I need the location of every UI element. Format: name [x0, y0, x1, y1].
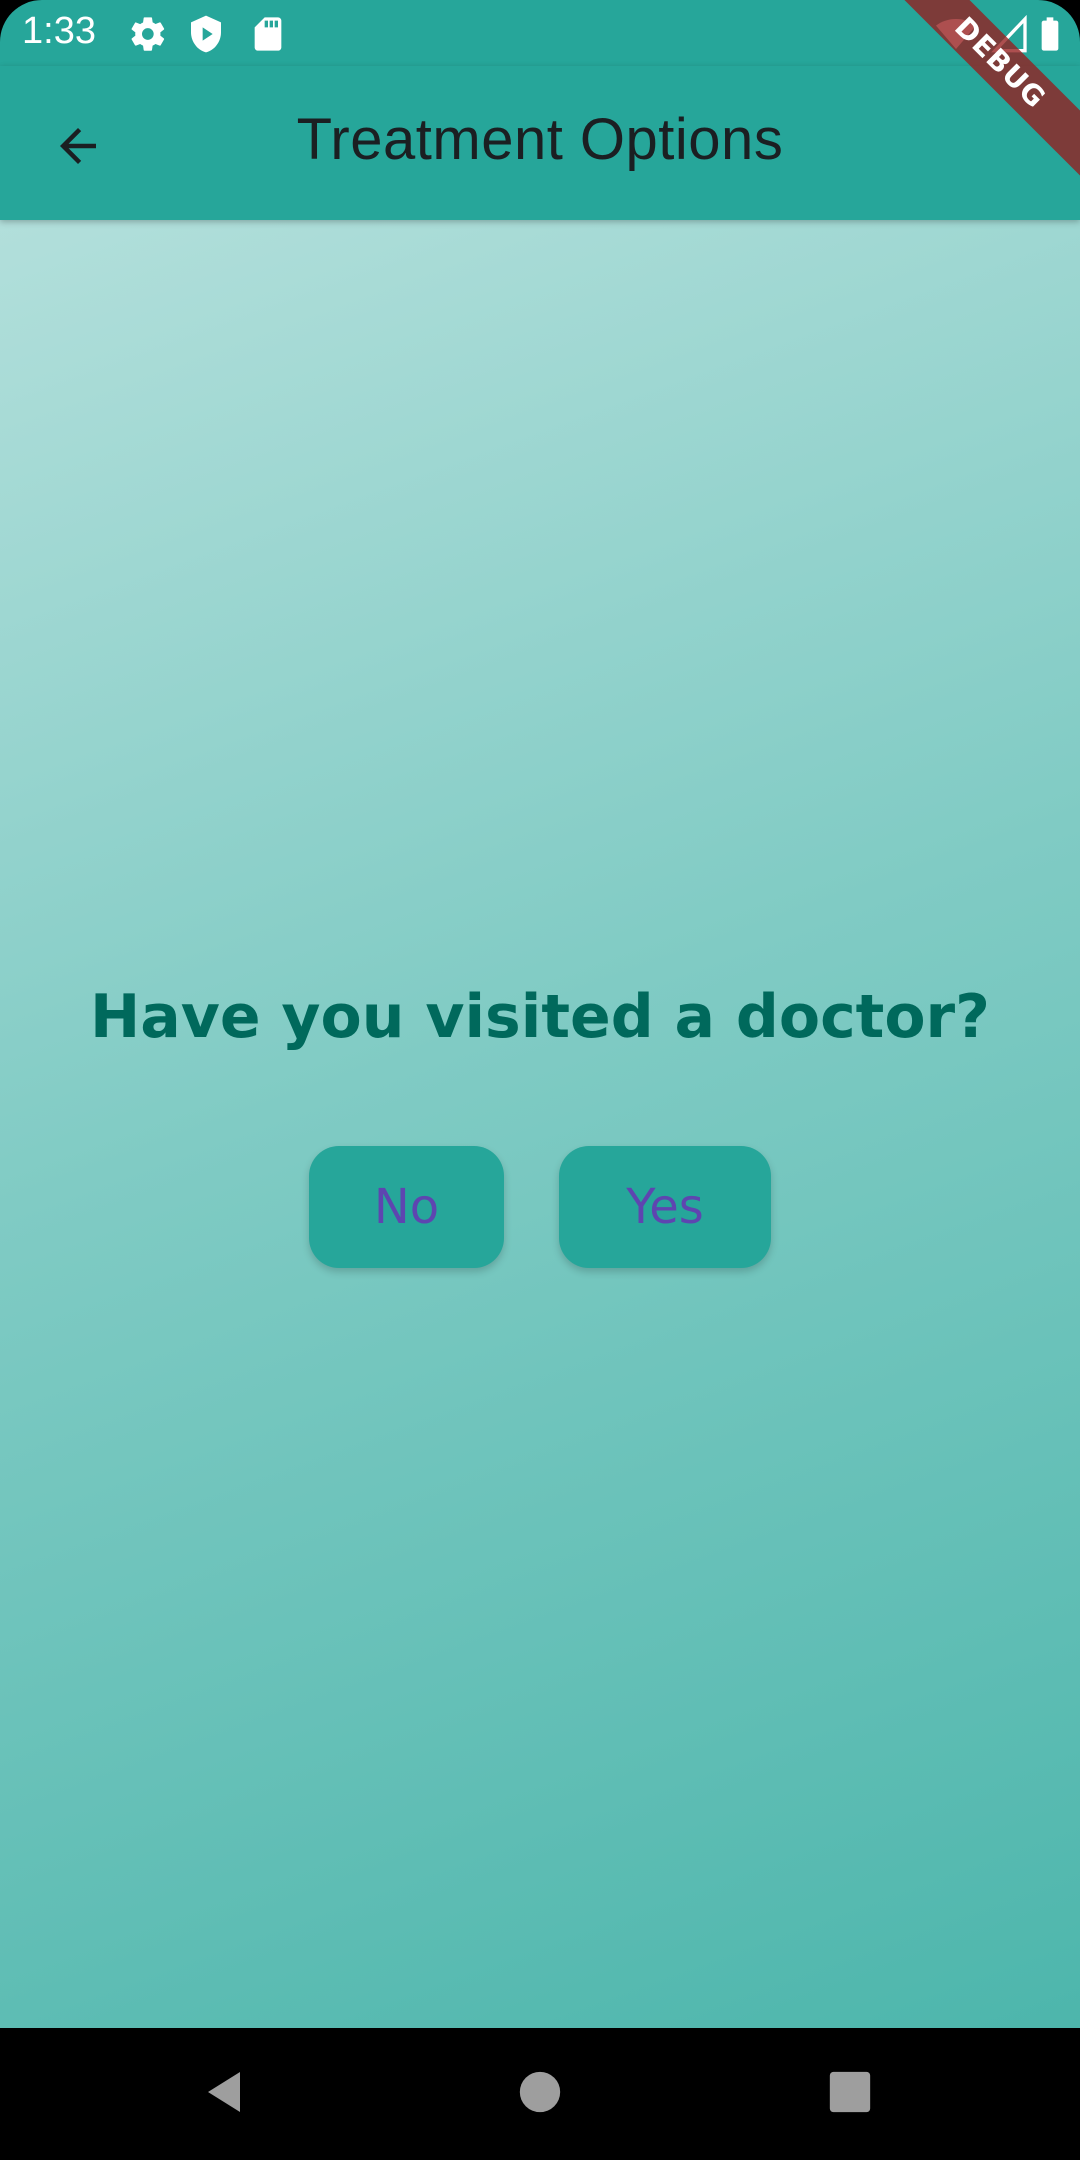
page-title: Treatment Options	[296, 107, 784, 172]
sd-card-icon	[248, 14, 288, 54]
phone-screen: 1:33 DEBUG Treatment Options Have you vi…	[0, 0, 1080, 2160]
nav-back-button[interactable]	[186, 2054, 266, 2134]
signal-icon	[990, 14, 1030, 54]
recents-square-icon	[828, 2070, 872, 2119]
wifi-icon	[936, 14, 976, 54]
yes-button[interactable]: Yes	[559, 1146, 771, 1268]
system-nav-bar	[0, 2028, 1080, 2160]
battery-icon	[1030, 14, 1070, 54]
nav-home-button[interactable]	[500, 2054, 580, 2134]
status-bar: 1:33	[0, 0, 1080, 66]
main-content: Have you visited a doctor? No Yes	[0, 220, 1080, 2028]
nav-recents-button[interactable]	[810, 2054, 890, 2134]
home-circle-icon	[518, 2070, 562, 2119]
question-text: Have you visited a doctor?	[90, 982, 990, 1052]
back-triangle-icon	[202, 2068, 250, 2121]
gear-icon	[128, 14, 168, 54]
shield-play-icon	[186, 14, 226, 54]
no-button[interactable]: No	[309, 1146, 504, 1268]
app-bar: Treatment Options	[0, 66, 1080, 220]
status-time: 1:33	[22, 10, 96, 52]
